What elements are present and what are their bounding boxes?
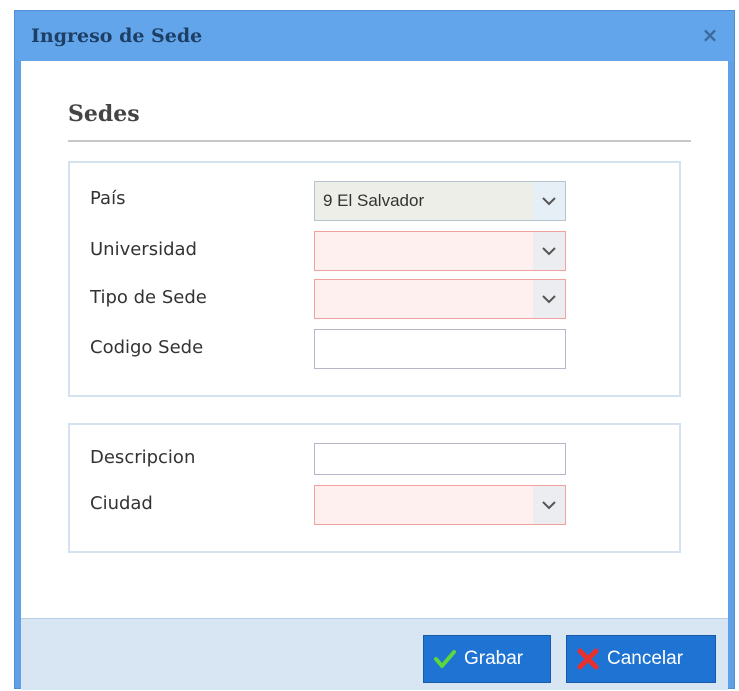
pais-combo[interactable]: 9 El Salvador bbox=[314, 181, 566, 221]
tipo-sede-label: Tipo de Sede bbox=[90, 287, 207, 308]
pais-value: 9 El Salvador bbox=[323, 191, 425, 210]
descripcion-label: Descripcion bbox=[90, 447, 196, 468]
tipo-sede-dropdown-trigger[interactable] bbox=[533, 280, 565, 318]
universidad-dropdown-trigger[interactable] bbox=[533, 232, 565, 270]
dialog-body: Sedes País 9 El Salvador Universidad Tip… bbox=[21, 61, 728, 618]
check-icon bbox=[434, 650, 456, 668]
close-icon[interactable]: × bbox=[700, 23, 720, 47]
fieldset-details: Descripcion Ciudad bbox=[68, 423, 681, 553]
chevron-down-icon bbox=[542, 197, 556, 206]
fieldset-location: País 9 El Salvador Universidad Tipo de S… bbox=[68, 161, 681, 397]
cancel-button[interactable]: Cancelar bbox=[566, 635, 716, 683]
pais-label: País bbox=[90, 188, 126, 209]
ciudad-combo[interactable] bbox=[314, 485, 566, 525]
dialog-footer: Grabar Cancelar bbox=[21, 618, 728, 690]
ciudad-dropdown-trigger[interactable] bbox=[533, 486, 565, 524]
codigo-sede-label: Codigo Sede bbox=[90, 337, 204, 358]
dialog-title: Ingreso de Sede bbox=[31, 25, 203, 47]
descripcion-input[interactable] bbox=[314, 443, 566, 475]
section-title: Sedes bbox=[68, 101, 140, 127]
save-button-label: Grabar bbox=[464, 648, 524, 669]
chevron-down-icon bbox=[542, 247, 556, 256]
cancel-button-label: Cancelar bbox=[607, 648, 684, 669]
ciudad-label: Ciudad bbox=[90, 493, 153, 514]
x-icon bbox=[577, 648, 599, 670]
universidad-label: Universidad bbox=[90, 239, 197, 260]
dialog-window: Ingreso de Sede × Sedes País 9 El Salvad… bbox=[14, 10, 735, 690]
chevron-down-icon bbox=[542, 501, 556, 510]
chevron-down-icon bbox=[542, 295, 556, 304]
universidad-combo[interactable] bbox=[314, 231, 566, 271]
dialog-titlebar[interactable]: Ingreso de Sede × bbox=[15, 11, 734, 61]
codigo-sede-input[interactable] bbox=[314, 329, 566, 369]
section-divider bbox=[68, 140, 691, 142]
tipo-sede-combo[interactable] bbox=[314, 279, 566, 319]
save-button[interactable]: Grabar bbox=[423, 635, 551, 683]
pais-dropdown-trigger[interactable] bbox=[533, 182, 565, 220]
